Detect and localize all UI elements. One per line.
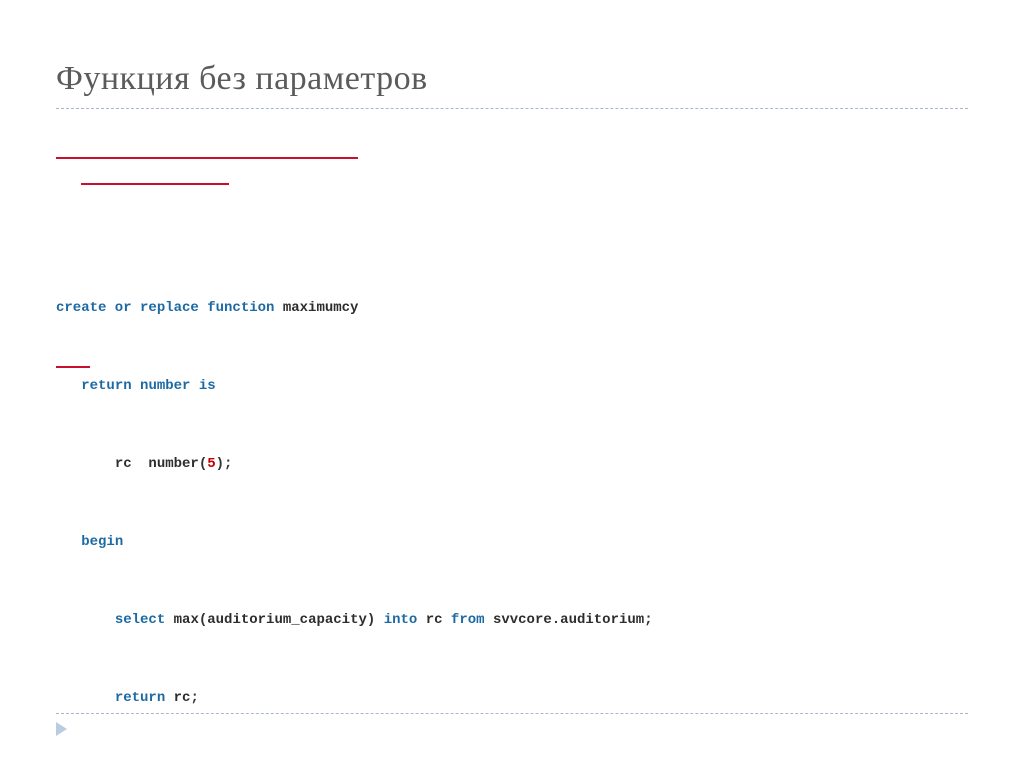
underline-annotation <box>56 366 90 368</box>
identifier: auditorium <box>560 612 644 628</box>
underline-annotation <box>81 183 229 185</box>
divider-bottom <box>56 713 968 714</box>
bullet-marker-icon <box>56 722 67 736</box>
code-line: select max(auditorium_capacity) into rc … <box>56 607 968 633</box>
code-line: return rc; <box>56 685 968 711</box>
identifier: auditorium_capacity <box>207 612 367 628</box>
punct: ; <box>644 612 652 628</box>
code-line: rc number(5); <box>56 451 968 477</box>
punct: ); <box>216 456 233 472</box>
slide: Функция без параметров create or replace… <box>0 0 1024 768</box>
keyword: create or replace function <box>56 300 274 316</box>
keyword: begin <box>81 534 123 550</box>
underline-annotation <box>56 157 358 159</box>
keyword: is <box>190 378 215 394</box>
code-line: create or replace function maximumcy <box>56 295 968 321</box>
keyword: from <box>443 612 485 628</box>
identifier: maximumcy <box>274 300 358 316</box>
identifier: svvcore <box>485 612 552 628</box>
identifier: rc <box>115 456 132 472</box>
code-line: return number is <box>56 373 968 399</box>
code-line: begin <box>56 529 968 555</box>
identifier: rc <box>417 612 442 628</box>
punct: ( <box>199 456 207 472</box>
keyword: select <box>115 612 165 628</box>
punct: ; <box>190 690 198 706</box>
identifier: max <box>165 612 199 628</box>
slide-title: Функция без параметров <box>56 60 968 98</box>
punct: ( <box>199 612 207 628</box>
identifier: number <box>132 456 199 472</box>
code-line: exception <box>56 763 968 768</box>
keyword: return <box>81 378 131 394</box>
identifier: rc <box>165 690 190 706</box>
divider-top <box>56 108 968 109</box>
keyword: into <box>375 612 417 628</box>
number: 5 <box>207 456 215 472</box>
keyword: return <box>115 690 165 706</box>
keyword: number <box>132 378 191 394</box>
code-block: create or replace function maximumcy ret… <box>56 139 968 768</box>
punct: . <box>552 612 560 628</box>
